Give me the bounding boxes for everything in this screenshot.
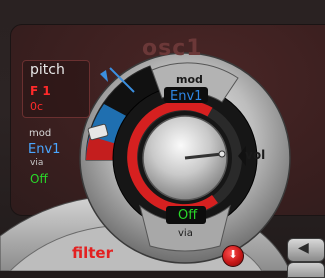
pitch-indicator[interactable] — [100, 70, 108, 82]
down-arrow-icon: ⬇ — [228, 248, 238, 261]
volume-mod-label: mod — [176, 73, 203, 86]
volume-via-value[interactable]: Off — [178, 208, 197, 223]
pitch-note-value[interactable]: F 1 — [30, 84, 51, 98]
side-button[interactable] — [287, 262, 325, 278]
pitch-mod-label: mod — [29, 128, 52, 139]
filter-section-label: filter — [72, 244, 114, 262]
left-arrow-button[interactable]: ◀ — [287, 238, 325, 262]
pitch-via-label: via — [30, 158, 44, 168]
volume-label: vol — [245, 148, 266, 162]
left-arrow-icon: ◀ — [298, 240, 309, 256]
pitch-octave-value[interactable]: 0c — [30, 100, 43, 113]
volume-via-label: via — [178, 228, 193, 239]
down-arrow-button[interactable]: ⬇ — [222, 245, 244, 267]
volume-knob-dot — [218, 150, 226, 158]
pitch-via-value[interactable]: Off — [30, 172, 48, 186]
oscillator-title: osc1 — [142, 36, 203, 61]
pitch-mod-source[interactable]: Env1 — [28, 142, 60, 157]
pitch-label: pitch — [30, 62, 65, 78]
volume-mod-source[interactable]: Env1 — [170, 89, 202, 104]
